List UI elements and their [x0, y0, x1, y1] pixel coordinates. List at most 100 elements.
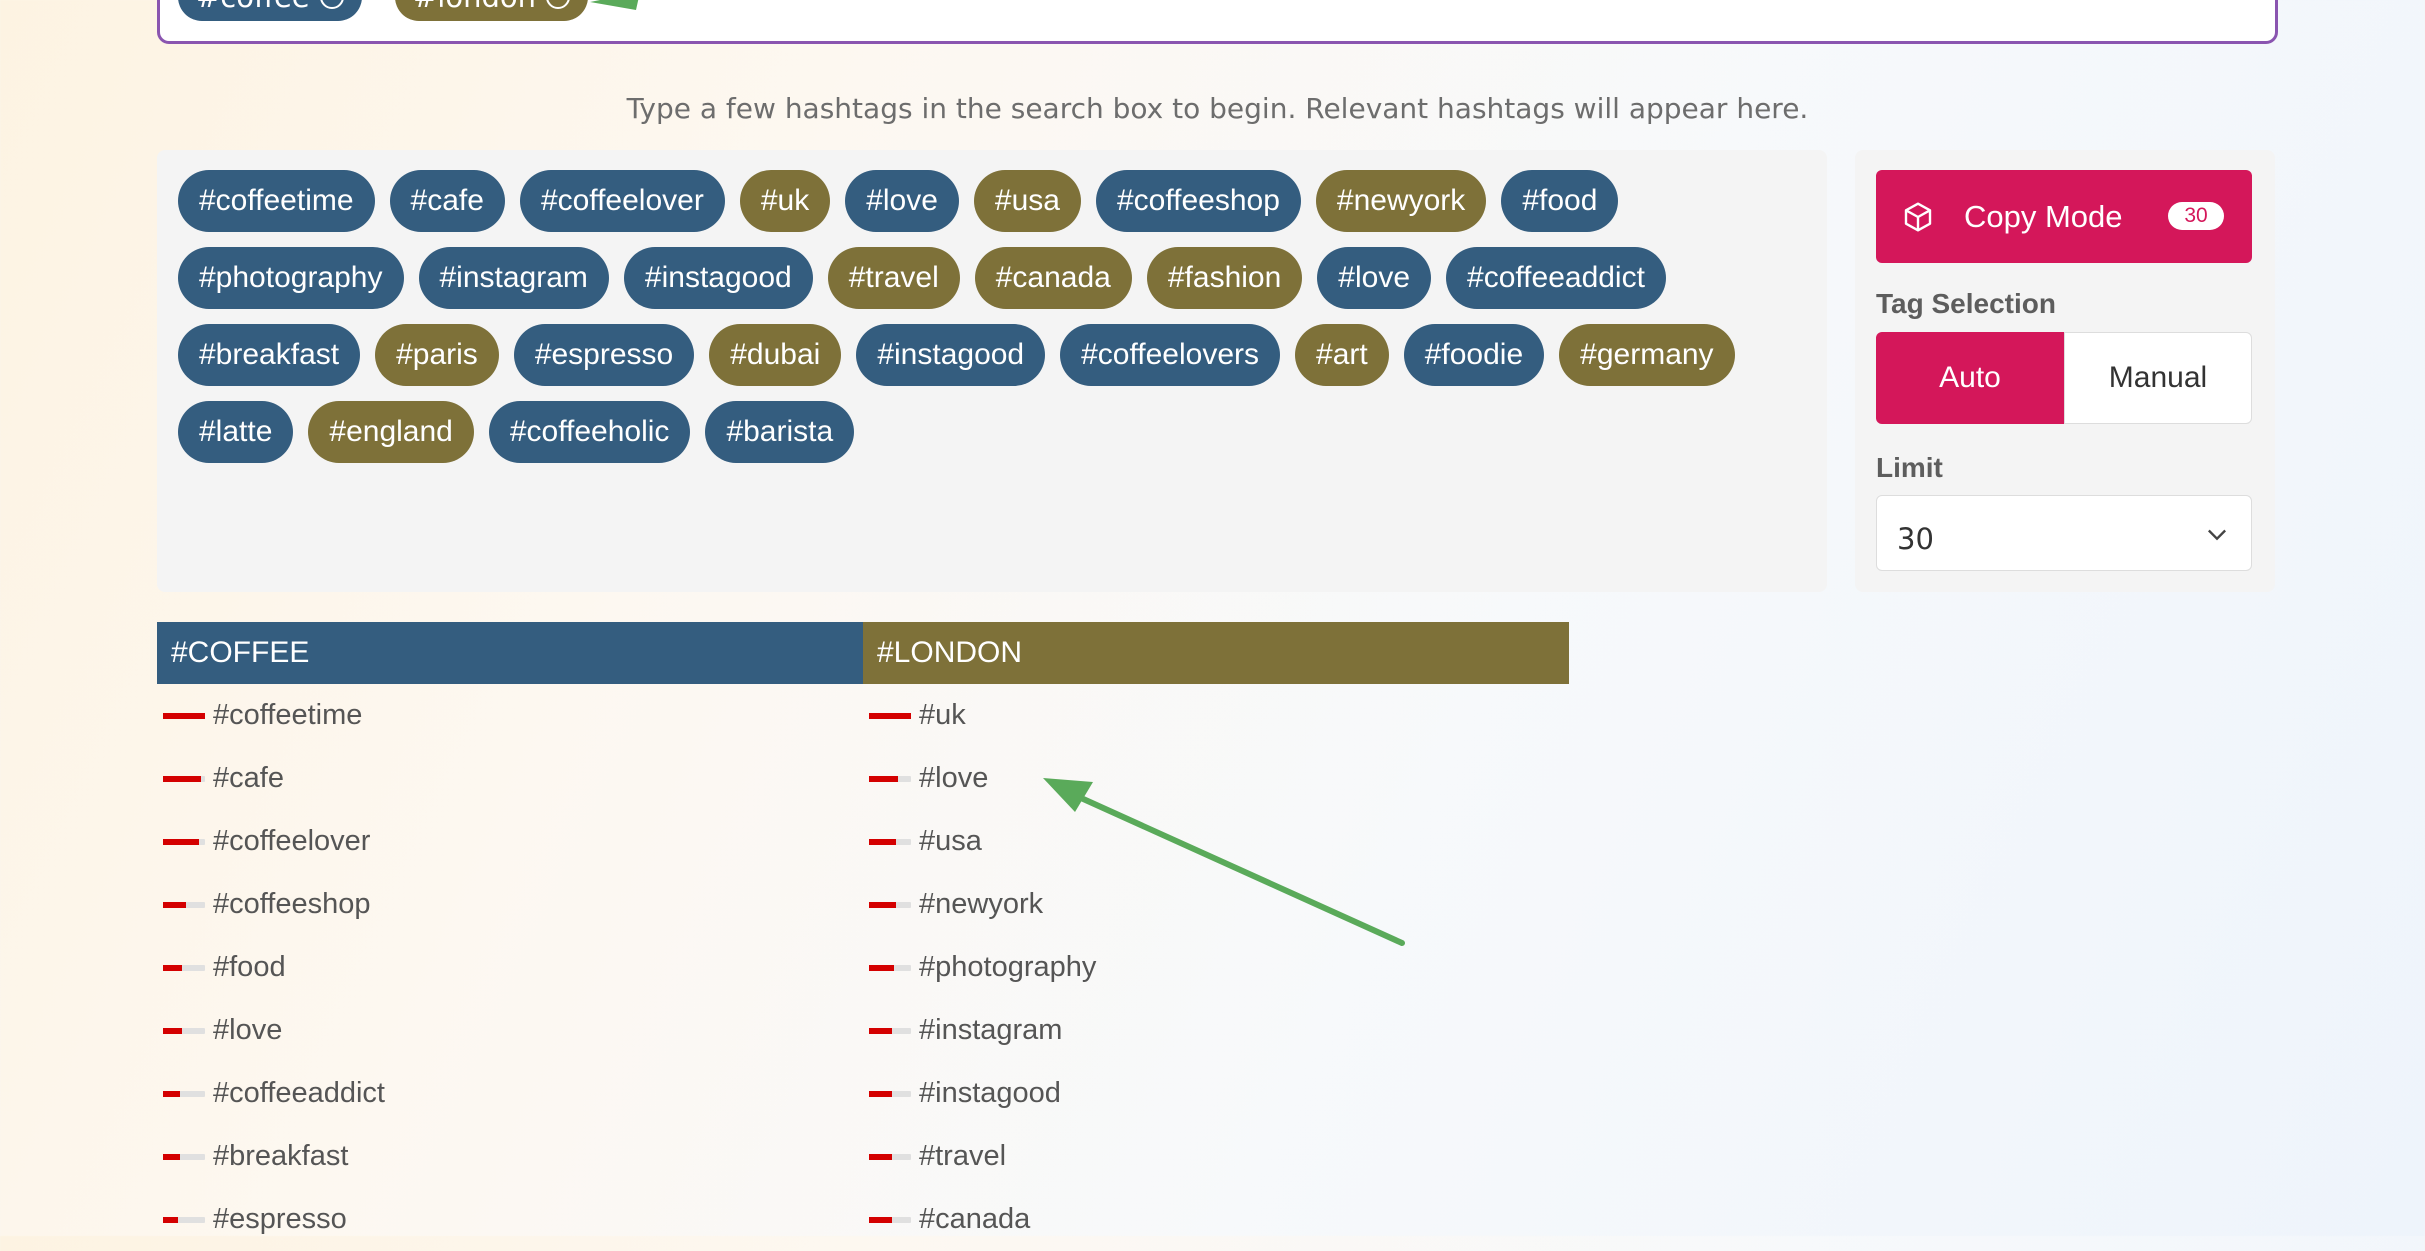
hashtag-chip[interactable]: #barista: [705, 401, 855, 463]
strength-bar-fill: [869, 1027, 893, 1034]
search-chip-coffee[interactable]: #coffee: [178, 0, 362, 21]
hashtag-chip[interactable]: #latte: [178, 401, 294, 463]
hashtag-chip[interactable]: #coffeeshop: [1095, 170, 1301, 232]
hashtag-chip[interactable]: #art: [1295, 324, 1389, 386]
strength-bar: [869, 1216, 911, 1223]
strength-bar: [163, 775, 205, 782]
cube-icon: [1904, 201, 1932, 232]
strength-bar-fill: [869, 901, 897, 908]
strength-bar: [163, 964, 205, 971]
copy-mode-button[interactable]: Copy Mode 30: [1876, 170, 2252, 263]
tag-cloud-panel: #coffeetime #cafe #coffeelover #uk #love #usa…: [157, 150, 1827, 592]
hashtag-chip[interactable]: #love: [845, 170, 959, 232]
hashtag-chip[interactable]: #coffeetime: [178, 170, 375, 232]
hashtag-chip[interactable]: #food: [1501, 170, 1619, 232]
strength-bar-fill: [869, 775, 899, 782]
related-hashtag-label: #photography: [919, 951, 1097, 983]
search-chip-label: #coffee: [196, 0, 310, 21]
related-hashtag-label: #instagram: [919, 1014, 1063, 1046]
strength-bar: [869, 775, 911, 782]
related-hashtag-label: #uk: [919, 699, 966, 731]
strength-bar: [163, 901, 205, 908]
strength-bar: [869, 712, 911, 719]
related-hashtag-row[interactable]: #travel: [863, 1125, 1096, 1188]
hashtag-chip[interactable]: #breakfast: [178, 324, 361, 386]
hashtag-chip[interactable]: #travel: [827, 247, 960, 309]
hashtag-chip[interactable]: #uk: [739, 170, 831, 232]
related-hashtag-row[interactable]: #uk: [863, 684, 1096, 747]
hashtag-chip[interactable]: #instagood: [856, 324, 1046, 386]
related-hashtag-label: #cafe: [213, 762, 284, 794]
related-hashtag-row[interactable]: #love: [157, 999, 385, 1062]
strength-bar: [163, 1216, 205, 1223]
related-hashtag-row[interactable]: #coffeeaddict: [157, 1062, 385, 1125]
chevron-down-icon: [2208, 529, 2226, 541]
strength-bar: [869, 1027, 911, 1034]
strength-bar: [869, 964, 911, 971]
related-hashtag-row[interactable]: #coffeetime: [157, 684, 385, 747]
related-hashtag-row[interactable]: #instagood: [863, 1062, 1096, 1125]
related-hashtag-row[interactable]: #espresso: [157, 1188, 385, 1251]
hashtag-chip[interactable]: #canada: [974, 247, 1132, 309]
hashtag-search-box[interactable]: #coffee #london: [157, 0, 2278, 44]
column-header-london: #LONDON: [863, 622, 1569, 684]
strength-bar-fill: [163, 964, 182, 971]
hashtag-chip[interactable]: #coffeelover: [519, 170, 725, 232]
strength-bar-fill: [163, 712, 205, 719]
remove-chip-icon[interactable]: [319, 0, 344, 9]
hashtag-chip[interactable]: #photography: [178, 247, 404, 309]
related-hashtag-label: #usa: [919, 825, 982, 857]
related-hashtag-label: #love: [919, 762, 989, 794]
related-hashtag-label: #coffeeshop: [213, 888, 371, 920]
related-hashtag-row[interactable]: #coffeeshop: [157, 873, 385, 936]
related-hashtag-label: #breakfast: [213, 1140, 349, 1172]
strength-bar-fill: [163, 901, 187, 908]
search-chip-london[interactable]: #london: [395, 0, 589, 21]
related-hashtag-label: #instagood: [919, 1077, 1061, 1109]
related-hashtag-row[interactable]: #photography: [863, 936, 1096, 999]
hashtag-chip[interactable]: #coffeeholic: [488, 401, 691, 463]
hashtag-chip[interactable]: #foodie: [1403, 324, 1545, 386]
manual-selection-button[interactable]: Manual: [2064, 332, 2252, 424]
hashtag-chip[interactable]: #paris: [375, 324, 499, 386]
limit-select[interactable]: 30: [1876, 495, 2252, 571]
hashtag-chip[interactable]: #germany: [1559, 324, 1735, 386]
strength-bar: [163, 1153, 205, 1160]
strength-bar-fill: [869, 1090, 893, 1097]
strength-bar-fill: [163, 838, 199, 845]
london-related-list: #uk #love #usa #newyork #photography #instagr…: [863, 684, 1096, 1251]
hashtag-chip[interactable]: #coffeelovers: [1060, 324, 1281, 386]
hashtag-chip[interactable]: #cafe: [389, 170, 505, 232]
hashtag-chip[interactable]: #newyork: [1315, 170, 1487, 232]
hashtag-chip[interactable]: #instagood: [623, 247, 813, 309]
limit-value: 30: [1897, 522, 1934, 556]
related-hashtag-row[interactable]: #food: [157, 936, 385, 999]
related-hashtag-row[interactable]: #instagram: [863, 999, 1096, 1062]
hashtag-chip[interactable]: #espresso: [513, 324, 695, 386]
auto-selection-button[interactable]: Auto: [1876, 332, 2064, 424]
related-hashtag-label: #coffeeaddict: [213, 1077, 385, 1109]
hashtag-chip[interactable]: #love: [1317, 247, 1432, 309]
strength-bar-fill: [869, 1216, 893, 1223]
strength-bar: [163, 838, 205, 845]
related-hashtag-row[interactable]: #breakfast: [157, 1125, 385, 1188]
copy-count-badge: 30: [2168, 202, 2224, 230]
strength-bar: [163, 1027, 205, 1034]
related-hashtag-row[interactable]: #cafe: [157, 747, 385, 810]
hashtag-chip[interactable]: #instagram: [418, 247, 609, 309]
hashtag-chip[interactable]: #fashion: [1146, 247, 1303, 309]
remove-chip-icon[interactable]: [546, 0, 571, 9]
limit-label: Limit: [1876, 452, 1943, 483]
search-chip-label: #london: [413, 0, 536, 21]
related-hashtag-row[interactable]: #love: [863, 747, 1096, 810]
hashtag-chip[interactable]: #coffeeaddict: [1446, 247, 1666, 309]
strength-bar-fill: [869, 964, 895, 971]
related-hashtag-row[interactable]: #coffeelover: [157, 810, 385, 873]
related-hashtag-row[interactable]: #newyork: [863, 873, 1096, 936]
hashtag-chip[interactable]: #england: [308, 401, 474, 463]
related-hashtag-row[interactable]: #canada: [863, 1188, 1096, 1251]
strength-bar-fill: [163, 1153, 180, 1160]
hashtag-chip[interactable]: #dubai: [709, 324, 842, 386]
hashtag-chip[interactable]: #usa: [973, 170, 1081, 232]
related-hashtag-row[interactable]: #usa: [863, 810, 1096, 873]
